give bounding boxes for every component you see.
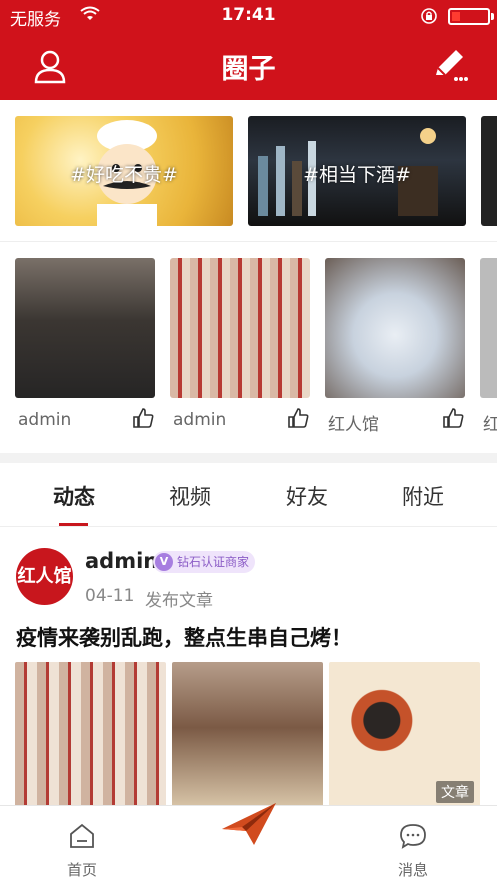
tab-dynamic[interactable]: 动态: [24, 481, 124, 511]
verified-merchant-badge: V 钻石认证商家: [153, 551, 256, 573]
home-icon: [70, 823, 94, 848]
rotation-lock-icon: [421, 8, 437, 24]
section-divider: [0, 453, 497, 463]
feed-tabs: 动态 视频 好友 附近: [0, 463, 497, 527]
badge-label: 钻石认证商家: [177, 555, 250, 569]
post-card[interactable]: 红: [480, 258, 497, 442]
compose-icon[interactable]: [430, 44, 470, 84]
post-title[interactable]: 疫情来袭别乱跑，整点生串自己烤！: [16, 622, 352, 652]
like-icon[interactable]: [131, 406, 155, 430]
chat-bubble-icon: [400, 824, 426, 849]
topic-banner-partial[interactable]: [481, 116, 497, 226]
top-nav-bar: 圈子: [0, 32, 497, 100]
post-author: 红: [483, 415, 497, 435]
topic-banner-carousel[interactable]: #好吃不贵# #相当下酒#: [0, 100, 497, 242]
battery-icon: [448, 8, 494, 25]
tab-nearby[interactable]: 附近: [373, 481, 473, 511]
recent-posts-strip[interactable]: admin admin 红人馆 红: [0, 243, 497, 453]
post-author: admin: [173, 410, 227, 430]
tab-home[interactable]: 首页: [42, 806, 122, 884]
feed-post[interactable]: 红人馆 admin V 钻石认证商家 04-11 发布文章 疫情来袭别乱跑，整点…: [0, 528, 497, 808]
banner-label: #相当下酒#: [303, 164, 411, 186]
banner-label: #好吃不贵#: [70, 164, 178, 186]
post-date: 04-11: [85, 586, 135, 606]
status-bar: 无服务 17:41: [0, 0, 497, 32]
tab-video[interactable]: 视频: [140, 481, 240, 511]
tab-messages-label: 消息: [397, 861, 428, 879]
article-tag: 文章: [436, 781, 474, 803]
post-image[interactable]: [172, 662, 323, 808]
post-thumbnail[interactable]: [15, 258, 155, 398]
avatar[interactable]: 红人馆: [16, 548, 73, 605]
post-thumbnail[interactable]: [170, 258, 310, 398]
post-thumbnail[interactable]: [480, 258, 497, 398]
post-author-name[interactable]: admin: [85, 549, 158, 573]
tab-friends[interactable]: 好友: [257, 481, 357, 511]
topic-banner[interactable]: #相当下酒#: [248, 116, 466, 226]
page-title: 圈子: [221, 54, 276, 85]
post-author: 红人馆: [328, 415, 379, 435]
post-card[interactable]: admin: [170, 258, 310, 442]
tab-messages[interactable]: 消息: [373, 806, 453, 884]
post-thumbnail[interactable]: [325, 258, 465, 398]
active-tab-indicator: [59, 523, 88, 526]
post-card[interactable]: 红人馆: [325, 258, 465, 442]
post-image[interactable]: [15, 662, 166, 808]
post-card[interactable]: admin: [15, 258, 155, 442]
like-icon[interactable]: [286, 406, 310, 430]
paper-plane-icon[interactable]: [220, 799, 278, 847]
like-icon[interactable]: [441, 406, 465, 430]
tab-home-label: 首页: [66, 861, 97, 879]
post-author: admin: [18, 410, 72, 430]
verified-icon: V: [155, 553, 173, 571]
topic-banner[interactable]: #好吃不贵#: [15, 116, 233, 226]
post-action: 发布文章: [145, 591, 213, 611]
